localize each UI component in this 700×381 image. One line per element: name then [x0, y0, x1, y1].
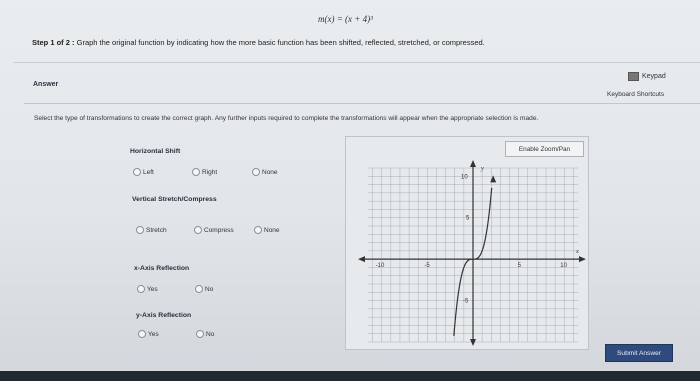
y-axis-arrow-up [470, 160, 476, 167]
option-compress[interactable]: Compress [194, 226, 234, 234]
divider [14, 62, 700, 63]
option-y-yes[interactable]: Yes [138, 330, 159, 338]
x-reflection-title: x-Axis Reflection [134, 265, 190, 272]
y-axis-arrow-down [470, 339, 476, 346]
tick-label-x-neg10: -10 [376, 263, 385, 269]
option-stretch[interactable]: Stretch [136, 226, 167, 234]
option-label: Yes [147, 285, 158, 293]
radio-icon [192, 168, 200, 176]
answer-label: Answer [33, 81, 59, 88]
radio-icon [252, 168, 260, 176]
step-label: Step 1 of 2 : [32, 38, 75, 47]
vertical-stretch-title: Vertical Stretch/Compress [132, 196, 217, 203]
option-label: Stretch [146, 226, 167, 234]
tick-label-x-neg5: -5 [424, 263, 430, 269]
tick-label-y-5: 5 [466, 216, 470, 222]
submit-answer-button[interactable]: Submit Answer [605, 344, 673, 362]
y-reflection-title: y-Axis Reflection [136, 312, 192, 319]
enable-zoom-pan-button[interactable]: Enable Zoom/Pan [505, 141, 584, 157]
radio-icon [133, 168, 141, 176]
step-instruction: Step 1 of 2 : Graph the original functio… [32, 38, 485, 47]
keypad-label: Keypad [642, 73, 666, 80]
tick-label-x-5: 5 [518, 263, 522, 269]
option-left[interactable]: Left [133, 168, 154, 176]
option-label: No [206, 330, 215, 338]
option-right[interactable]: Right [192, 168, 217, 176]
divider [24, 103, 700, 104]
option-none-shift[interactable]: None [252, 168, 278, 176]
horizontal-shift-title: Horizontal Shift [130, 148, 181, 155]
radio-icon [254, 226, 262, 234]
radio-icon [194, 226, 202, 234]
option-label: Compress [204, 226, 234, 234]
keyboard-shortcuts-link[interactable]: Keyboard Shortcuts [607, 91, 664, 98]
tick-label-y-10: 10 [461, 174, 468, 180]
coordinate-graph[interactable]: -10 -5 5 10 10 5 -5 x y [350, 160, 586, 348]
x-axis-arrow-left [358, 256, 365, 263]
keypad-button[interactable]: Keypad [628, 72, 666, 81]
x-axis-label: x [575, 248, 579, 255]
radio-icon [138, 330, 146, 338]
tick-label-y-neg5: -5 [463, 299, 469, 305]
option-label: Yes [148, 330, 159, 338]
option-label: None [264, 226, 280, 234]
option-label: None [262, 168, 278, 176]
radio-icon [136, 226, 144, 234]
keypad-icon [628, 72, 639, 81]
option-x-no[interactable]: No [195, 285, 213, 293]
option-x-yes[interactable]: Yes [137, 285, 158, 293]
radio-icon [137, 285, 145, 293]
radio-icon [196, 330, 204, 338]
option-label: No [205, 285, 214, 293]
x-axis-arrow-right [579, 256, 586, 263]
step-text: Graph the original function by indicatin… [76, 38, 485, 47]
y-axis-label: y [480, 165, 484, 172]
option-label: Right [202, 168, 218, 176]
function-formula: m(x) = (x + 4)³ [318, 14, 373, 24]
option-none-stretch[interactable]: None [254, 226, 280, 234]
option-label: Left [143, 168, 154, 176]
option-y-no[interactable]: No [196, 330, 214, 338]
tick-label-x-10: 10 [560, 263, 567, 269]
radio-icon [195, 285, 203, 293]
bottom-bar [0, 371, 700, 381]
transform-instructions: Select the type of transformations to cr… [34, 115, 539, 122]
